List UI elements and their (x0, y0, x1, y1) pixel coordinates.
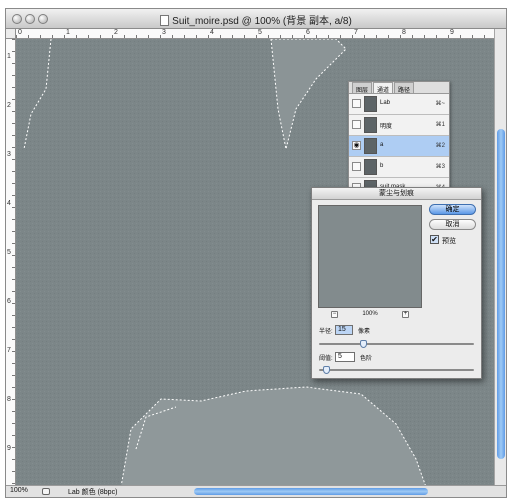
channel-name: 明度 (380, 124, 393, 130)
channel-row[interactable]: Lab ⌘~ (349, 94, 449, 115)
radius-slider-track[interactable] (319, 340, 474, 348)
ruler-tick-label: 3 (162, 29, 166, 36)
ruler-tick-label: 9 (450, 29, 454, 36)
zoom-readout[interactable]: 100% (10, 487, 28, 494)
channel-shortcut: ⌘~ (435, 101, 445, 107)
status-menu-button[interactable] (42, 488, 50, 495)
threshold-slider-knob[interactable] (322, 366, 330, 374)
channel-shortcut: ⌘3 (435, 164, 445, 170)
visibility-eye-icon[interactable] (352, 162, 361, 171)
channel-thumbnail (364, 138, 377, 154)
threshold-input[interactable]: 5 (335, 352, 355, 362)
ruler-tick-label: 1 (7, 53, 11, 60)
ruler-tick-label: 1 (66, 29, 70, 36)
ruler-tick-label: 2 (114, 29, 118, 36)
channel-row[interactable]: ◉ a ⌘2 (349, 136, 449, 157)
horizontal-scroll-thumb[interactable] (194, 488, 428, 495)
document-title: Suit_moire.psd @ 100% (背景 副本, a/8) (6, 12, 506, 27)
vertical-scrollbar[interactable] (494, 29, 506, 487)
threshold-unit: 色阶 (360, 356, 373, 362)
document-icon (160, 15, 170, 26)
ruler-tick-label: 5 (7, 249, 11, 256)
ruler-tick-label: 7 (7, 347, 11, 354)
channel-shortcut: ⌘2 (435, 143, 445, 149)
preview-label: 预览 (442, 238, 456, 245)
ruler-tick-label: 9 (7, 445, 11, 452)
channel-thumbnail (364, 96, 377, 112)
vertical-ruler[interactable]: 1 2 3 4 5 6 7 8 9 (6, 39, 16, 487)
panel-tab[interactable]: 通道 (373, 82, 394, 94)
channel-name: a (380, 142, 384, 148)
radius-slider-knob[interactable] (359, 340, 367, 348)
visibility-eye-icon[interactable] (352, 99, 361, 108)
channel-name: b (380, 163, 384, 169)
panel-tab[interactable]: 路径 (394, 82, 415, 94)
dust-and-scratches-dialog: 蒙尘与划痕 − 100% + 确定 取消 ✔ 预览 半径: 15 像素 阈值: … (311, 187, 482, 379)
radius-input[interactable]: 15 (335, 325, 353, 335)
title-bar: Suit_moire.psd @ 100% (背景 副本, a/8) (6, 9, 506, 29)
filter-preview[interactable] (318, 205, 422, 308)
visibility-eye-icon[interactable]: ◉ (352, 141, 361, 150)
ruler-tick-label: 4 (210, 29, 214, 36)
channel-thumbnail (364, 159, 377, 175)
horizontal-ruler[interactable]: 0 1 2 3 4 5 6 7 8 9 (16, 29, 496, 39)
cancel-button[interactable]: 取消 (429, 219, 476, 230)
ruler-tick-label: 3 (7, 151, 11, 158)
dialog-title: 蒙尘与划痕 (312, 188, 481, 200)
preview-checkbox[interactable]: ✔ (430, 235, 439, 244)
channels-panel: 图层通道路径 Lab⌘~明度⌘1◉a⌘2b⌘3suit mask⌘4 (348, 81, 450, 199)
channel-list: Lab⌘~明度⌘1◉a⌘2b⌘3suit mask⌘4 (349, 94, 449, 199)
ruler-tick-label: 6 (7, 298, 11, 305)
ruler-origin[interactable] (6, 29, 16, 39)
ruler-tick-label: 8 (7, 396, 11, 403)
channel-name: Lab (380, 100, 391, 106)
panel-tab[interactable]: 图层 (352, 82, 373, 94)
ruler-tick-label: 0 (18, 29, 22, 36)
zoom-in-button[interactable]: + (402, 311, 409, 318)
channel-thumbnail (364, 117, 377, 133)
ruler-tick-label: 2 (7, 102, 11, 109)
vertical-scroll-thumb[interactable] (497, 129, 505, 459)
preview-zoom-control: − 100% + (331, 311, 409, 320)
status-bar: 100% Lab 颜色 (8bpc) (6, 485, 506, 497)
channel-row[interactable]: 明度 ⌘1 (349, 115, 449, 136)
preview-zoom-value: 100% (362, 311, 378, 317)
ruler-tick-label: 8 (402, 29, 406, 36)
visibility-eye-icon[interactable] (352, 120, 361, 129)
channel-shortcut: ⌘1 (435, 122, 445, 128)
ruler-tick-label: 6 (306, 29, 310, 36)
radius-unit: 像素 (358, 329, 371, 335)
threshold-slider-track[interactable] (319, 366, 474, 374)
channels-panel-tabs: 图层 通道 路径 (349, 82, 449, 94)
ruler-tick-label: 4 (7, 200, 11, 207)
document-info[interactable]: Lab 颜色 (8bpc) (68, 487, 117, 497)
ruler-tick-label: 5 (258, 29, 262, 36)
ruler-tick-label: 7 (354, 29, 358, 36)
channel-row[interactable]: b ⌘3 (349, 157, 449, 178)
document-title-text: Suit_moire.psd @ 100% (背景 副本, a/8) (172, 16, 352, 27)
threshold-label: 阈值: (319, 356, 333, 362)
ok-button[interactable]: 确定 (429, 204, 476, 215)
radius-label: 半径: (319, 329, 333, 335)
